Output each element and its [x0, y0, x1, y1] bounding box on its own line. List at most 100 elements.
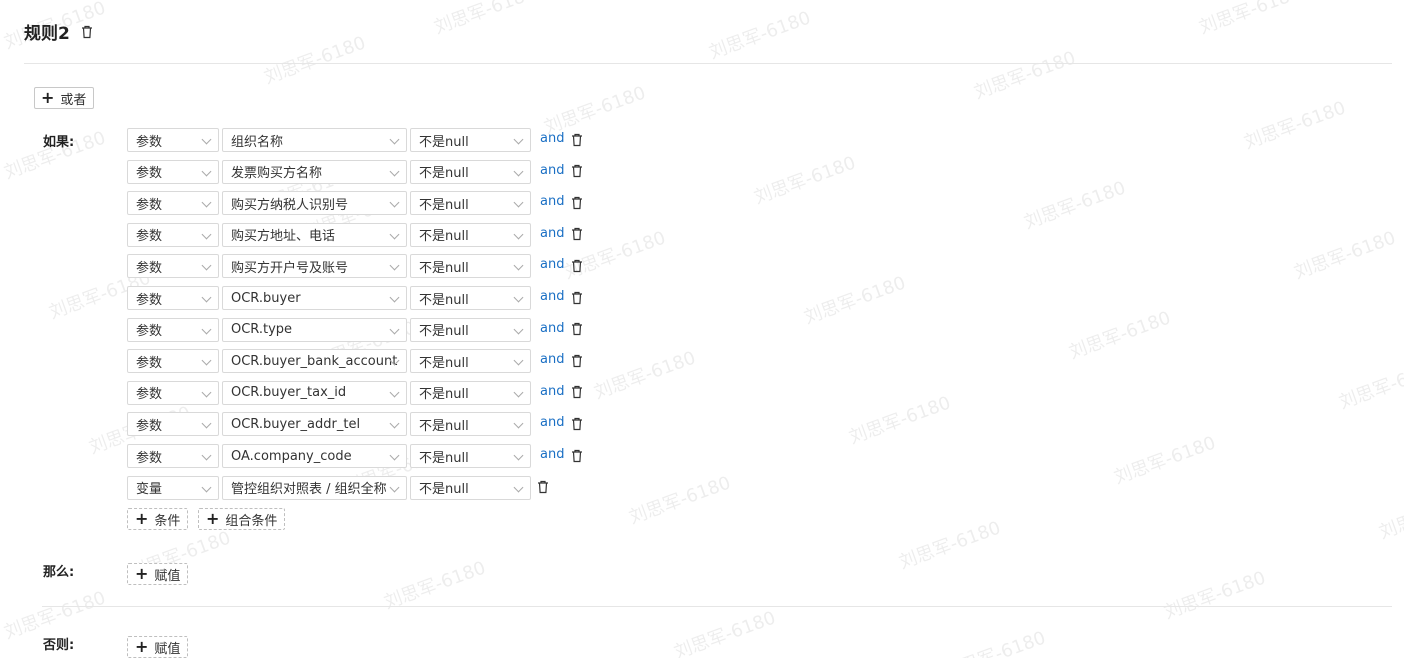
- type-select[interactable]: 参数: [127, 444, 219, 468]
- field-select[interactable]: 购买方纳税人识别号: [222, 191, 407, 216]
- type-select[interactable]: 参数: [127, 380, 219, 405]
- field-select-value: 购买方开户号及账号: [231, 260, 349, 276]
- and-link[interactable]: and: [540, 321, 564, 336]
- field-select-value: 管控组织对照表 / 组织全称: [231, 482, 387, 498]
- plus-icon: +: [135, 564, 149, 583]
- and-link[interactable]: and: [540, 447, 564, 462]
- operator-select[interactable]: 不是null: [410, 349, 531, 374]
- else-assign-button[interactable]: + 赋值: [127, 636, 189, 658]
- operator-select[interactable]: 不是null: [410, 191, 531, 216]
- type-select[interactable]: 参数: [127, 191, 219, 216]
- field-select[interactable]: OA.company_code: [222, 444, 407, 468]
- chevron-down-icon: [513, 134, 524, 145]
- trash-icon[interactable]: [570, 227, 584, 242]
- field-select[interactable]: OCR.buyer_addr_tel: [222, 412, 407, 437]
- watermark-text: 刘思军-6180: [1376, 487, 1404, 544]
- operator-select[interactable]: 不是null: [410, 159, 531, 184]
- operator-select-value: 不是null: [419, 418, 469, 434]
- chevron-down-icon: [201, 292, 212, 303]
- plus-icon: +: [135, 509, 149, 528]
- chevron-down-icon: [389, 260, 400, 271]
- watermark-text: 刘思军-6180: [1291, 227, 1399, 284]
- condition-row: 参数 OCR.type 不是null and: [127, 317, 597, 342]
- add-condition-label: 条件: [154, 513, 181, 529]
- operator-select[interactable]: 不是null: [410, 317, 531, 342]
- trash-icon[interactable]: [570, 448, 584, 463]
- field-select-value: 组织名称: [231, 134, 284, 150]
- else-assign-label: 赋值: [154, 641, 181, 657]
- operator-select[interactable]: 不是null: [410, 128, 531, 152]
- type-select[interactable]: 参数: [127, 412, 219, 437]
- chevron-down-icon: [201, 229, 212, 240]
- field-select[interactable]: 购买方地址、电话: [222, 222, 407, 247]
- trash-icon[interactable]: [570, 195, 584, 210]
- add-condition-button[interactable]: + 条件: [127, 508, 189, 530]
- type-select[interactable]: 参数: [127, 349, 219, 374]
- operator-select[interactable]: 不是null: [410, 254, 531, 279]
- and-link[interactable]: and: [540, 289, 564, 304]
- trash-icon[interactable]: [570, 416, 584, 431]
- chevron-down-icon: [513, 387, 524, 398]
- field-select[interactable]: OCR.buyer: [222, 286, 407, 310]
- field-select-value: 购买方地址、电话: [231, 229, 336, 245]
- field-select[interactable]: OCR.type: [222, 317, 407, 342]
- type-select[interactable]: 参数: [127, 159, 219, 184]
- field-select[interactable]: OCR.buyer_bank_account: [222, 349, 407, 374]
- chevron-down-icon: [201, 134, 212, 145]
- chevron-down-icon: [201, 324, 212, 335]
- trash-icon[interactable]: [570, 290, 584, 305]
- add-group-condition-label: 组合条件: [225, 513, 278, 529]
- and-link[interactable]: and: [540, 415, 564, 430]
- and-link[interactable]: and: [540, 131, 564, 146]
- operator-select[interactable]: 不是null: [410, 286, 531, 310]
- trash-icon[interactable]: [570, 322, 584, 337]
- type-select[interactable]: 参数: [127, 222, 219, 247]
- condition-row: 参数 发票购买方名称 不是null and: [127, 159, 597, 184]
- trash-icon[interactable]: [536, 480, 550, 495]
- trash-icon[interactable]: [570, 132, 584, 147]
- operator-select[interactable]: 不是null: [410, 412, 531, 437]
- operator-select[interactable]: 不是null: [410, 475, 531, 500]
- add-or-button[interactable]: + 或者: [34, 87, 94, 109]
- trash-icon[interactable]: [570, 164, 584, 179]
- watermark-text: 刘思军-6180: [671, 607, 779, 658]
- chevron-down-icon: [389, 134, 400, 145]
- then-assign-button[interactable]: + 赋值: [127, 563, 189, 585]
- chevron-down-icon: [513, 355, 524, 366]
- and-link[interactable]: and: [540, 352, 564, 367]
- operator-select[interactable]: 不是null: [410, 222, 531, 247]
- type-select-value: 参数: [136, 229, 163, 245]
- chevron-down-icon: [389, 292, 400, 303]
- watermark-text: 刘思军-6180: [1196, 0, 1304, 39]
- chevron-down-icon: [201, 450, 212, 461]
- and-link[interactable]: and: [540, 163, 564, 178]
- trash-icon[interactable]: [570, 385, 584, 400]
- chevron-down-icon: [513, 482, 524, 493]
- trash-icon[interactable]: [570, 258, 584, 273]
- and-link[interactable]: and: [540, 384, 564, 399]
- field-select-value: OA.company_code: [231, 448, 352, 464]
- type-select[interactable]: 变量: [127, 475, 219, 500]
- operator-select[interactable]: 不是null: [410, 444, 531, 468]
- field-select[interactable]: 组织名称: [222, 128, 407, 152]
- trash-icon[interactable]: [80, 24, 94, 39]
- field-select[interactable]: OCR.buyer_tax_id: [222, 380, 407, 405]
- operator-select-value: 不是null: [419, 450, 469, 466]
- type-select[interactable]: 参数: [127, 286, 219, 310]
- field-select[interactable]: 发票购买方名称: [222, 159, 407, 184]
- operator-select-value: 不是null: [419, 197, 469, 213]
- and-link[interactable]: and: [540, 194, 564, 209]
- watermark-text: 刘思军-6180: [1161, 567, 1269, 624]
- type-select[interactable]: 参数: [127, 254, 219, 279]
- watermark-text: 刘思军-6180: [1241, 97, 1349, 154]
- and-link[interactable]: and: [540, 226, 564, 241]
- field-select[interactable]: 购买方开户号及账号: [222, 254, 407, 279]
- type-select[interactable]: 参数: [127, 317, 219, 342]
- field-select-value: OCR.buyer: [231, 290, 301, 306]
- type-select[interactable]: 参数: [127, 128, 219, 152]
- field-select[interactable]: 管控组织对照表 / 组织全称: [222, 475, 407, 500]
- add-group-condition-button[interactable]: + 组合条件: [198, 508, 286, 530]
- trash-icon[interactable]: [570, 353, 584, 368]
- operator-select[interactable]: 不是null: [410, 380, 531, 405]
- and-link[interactable]: and: [540, 257, 564, 272]
